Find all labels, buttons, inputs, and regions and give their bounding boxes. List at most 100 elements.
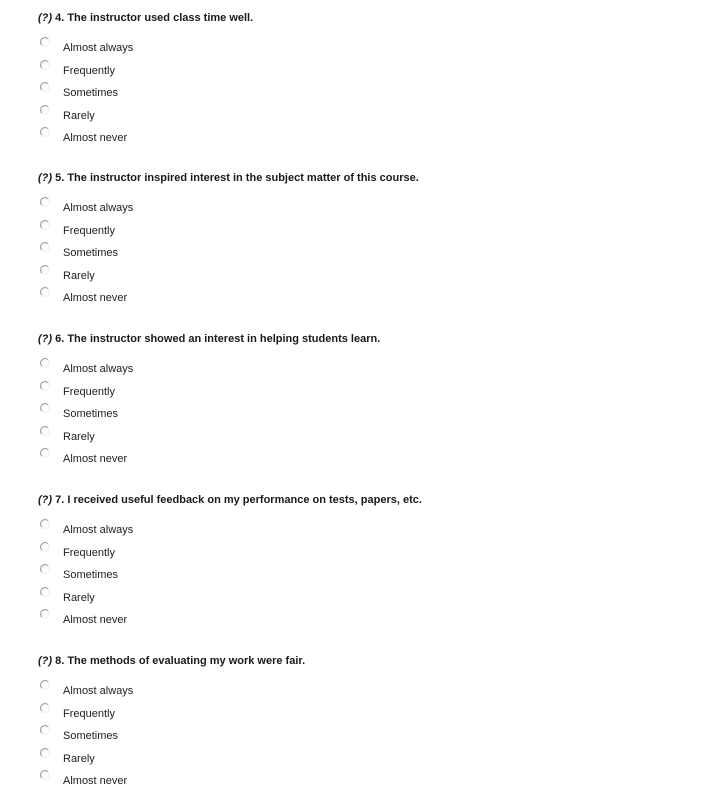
question-title: (?) 8. The methods of evaluating my work…	[38, 655, 698, 668]
option-label[interactable]: Sometimes	[63, 87, 118, 100]
question-title: (?) 4. The instructor used class time we…	[38, 12, 698, 25]
radio-button[interactable]	[40, 770, 50, 780]
survey-question-8: (?) 8. The methods of evaluating my work…	[38, 655, 698, 787]
option-label[interactable]: Frequently	[63, 225, 115, 238]
question-title: (?) 6. The instructor showed an interest…	[38, 333, 698, 346]
option-label[interactable]: Rarely	[63, 270, 95, 283]
option-label[interactable]: Rarely	[63, 592, 95, 605]
radio-button[interactable]	[40, 702, 50, 713]
answer-option-rarely[interactable]: Rarely	[38, 747, 338, 771]
radio-button[interactable]	[40, 242, 50, 252]
answer-options: Almost always Frequently Sometimes Rarel…	[38, 519, 338, 632]
option-label[interactable]: Sometimes	[63, 730, 118, 743]
answer-option-almost-never[interactable]: Almost never	[38, 448, 338, 471]
option-label[interactable]: Sometimes	[63, 247, 118, 260]
radio-button[interactable]	[40, 59, 50, 70]
question-text: 4. The instructor used class time well.	[55, 12, 254, 24]
answer-option-almost-always[interactable]: Almost always	[38, 37, 338, 60]
radio-button[interactable]	[40, 287, 50, 297]
radio-button[interactable]	[40, 747, 50, 758]
radio-button[interactable]	[40, 380, 50, 391]
option-label[interactable]: Almost always	[63, 363, 133, 376]
answer-option-almost-always[interactable]: Almost always	[38, 197, 338, 220]
answer-option-rarely[interactable]: Rarely	[38, 425, 338, 449]
radio-button[interactable]	[40, 609, 50, 619]
radio-button[interactable]	[40, 82, 50, 92]
radio-button[interactable]	[40, 264, 50, 275]
radio-button[interactable]	[40, 564, 50, 574]
answer-option-almost-always[interactable]: Almost always	[38, 358, 338, 381]
question-text: 7. I received useful feedback on my perf…	[55, 494, 422, 506]
radio-button[interactable]	[40, 37, 50, 47]
option-label[interactable]: Frequently	[63, 65, 115, 78]
radio-button[interactable]	[40, 197, 50, 207]
help-link[interactable]: (?)	[38, 172, 52, 184]
help-link[interactable]: (?)	[38, 655, 52, 667]
radio-button[interactable]	[40, 519, 50, 529]
answer-option-frequently[interactable]: Frequently	[38, 702, 338, 726]
radio-button[interactable]	[40, 403, 50, 413]
answer-option-sometimes[interactable]: Sometimes	[38, 725, 338, 748]
answer-options: Almost always Frequently Sometimes Rarel…	[38, 37, 338, 150]
help-link[interactable]: (?)	[38, 12, 52, 24]
answer-option-almost-never[interactable]: Almost never	[38, 127, 338, 150]
survey-question-6: (?) 6. The instructor showed an interest…	[38, 333, 698, 465]
option-label[interactable]: Almost always	[63, 524, 133, 537]
answer-option-frequently[interactable]: Frequently	[38, 380, 338, 404]
answer-option-almost-always[interactable]: Almost always	[38, 680, 338, 703]
question-text: 8. The methods of evaluating my work wer…	[55, 655, 306, 667]
option-label[interactable]: Rarely	[63, 431, 95, 444]
option-label[interactable]: Frequently	[63, 386, 115, 399]
option-label[interactable]: Almost never	[63, 132, 127, 145]
answer-option-almost-always[interactable]: Almost always	[38, 519, 338, 542]
answer-option-frequently[interactable]: Frequently	[38, 541, 338, 565]
option-label[interactable]: Almost always	[63, 685, 133, 698]
answer-option-rarely[interactable]: Rarely	[38, 264, 338, 288]
survey-question-7: (?) 7. I received useful feedback on my …	[38, 494, 698, 626]
question-text: 6. The instructor showed an interest in …	[55, 333, 381, 345]
option-label[interactable]: Sometimes	[63, 408, 118, 421]
answer-option-sometimes[interactable]: Sometimes	[38, 403, 338, 426]
radio-button[interactable]	[40, 219, 50, 230]
question-title: (?) 5. The instructor inspired interest …	[38, 172, 698, 185]
answer-option-almost-never[interactable]: Almost never	[38, 287, 338, 310]
option-label[interactable]: Almost always	[63, 202, 133, 215]
radio-button[interactable]	[40, 586, 50, 597]
answer-option-sometimes[interactable]: Sometimes	[38, 242, 338, 265]
option-label[interactable]: Frequently	[63, 547, 115, 560]
option-label[interactable]: Rarely	[63, 110, 95, 123]
option-label[interactable]: Almost never	[63, 614, 127, 627]
option-label[interactable]: Sometimes	[63, 569, 118, 582]
radio-button[interactable]	[40, 358, 50, 368]
question-title: (?) 7. I received useful feedback on my …	[38, 494, 698, 507]
answer-option-rarely[interactable]: Rarely	[38, 104, 338, 128]
radio-button[interactable]	[40, 680, 50, 690]
answer-option-rarely[interactable]: Rarely	[38, 586, 338, 610]
radio-button[interactable]	[40, 448, 50, 458]
radio-button[interactable]	[40, 541, 50, 552]
option-label[interactable]: Rarely	[63, 753, 95, 766]
question-text: 5. The instructor inspired interest in t…	[55, 172, 419, 184]
answer-option-frequently[interactable]: Frequently	[38, 59, 338, 83]
answer-option-sometimes[interactable]: Sometimes	[38, 82, 338, 105]
help-link[interactable]: (?)	[38, 494, 52, 506]
radio-button[interactable]	[40, 104, 50, 115]
help-link[interactable]: (?)	[38, 333, 52, 345]
radio-button[interactable]	[40, 425, 50, 436]
answer-options: Almost always Frequently Sometimes Rarel…	[38, 358, 338, 471]
radio-button[interactable]	[40, 725, 50, 735]
option-label[interactable]: Almost never	[63, 292, 127, 305]
option-label[interactable]: Frequently	[63, 708, 115, 721]
survey-question-4: (?) 4. The instructor used class time we…	[38, 12, 698, 144]
answer-option-almost-never[interactable]: Almost never	[38, 770, 338, 793]
option-label[interactable]: Almost always	[63, 42, 133, 55]
option-label[interactable]: Almost never	[63, 775, 127, 788]
option-label[interactable]: Almost never	[63, 453, 127, 466]
radio-button[interactable]	[40, 127, 50, 137]
answer-option-sometimes[interactable]: Sometimes	[38, 564, 338, 587]
answer-option-frequently[interactable]: Frequently	[38, 219, 338, 243]
answer-options: Almost always Frequently Sometimes Rarel…	[38, 197, 338, 310]
answer-options: Almost always Frequently Sometimes Rarel…	[38, 680, 338, 793]
answer-option-almost-never[interactable]: Almost never	[38, 609, 338, 632]
survey-question-5: (?) 5. The instructor inspired interest …	[38, 172, 698, 304]
